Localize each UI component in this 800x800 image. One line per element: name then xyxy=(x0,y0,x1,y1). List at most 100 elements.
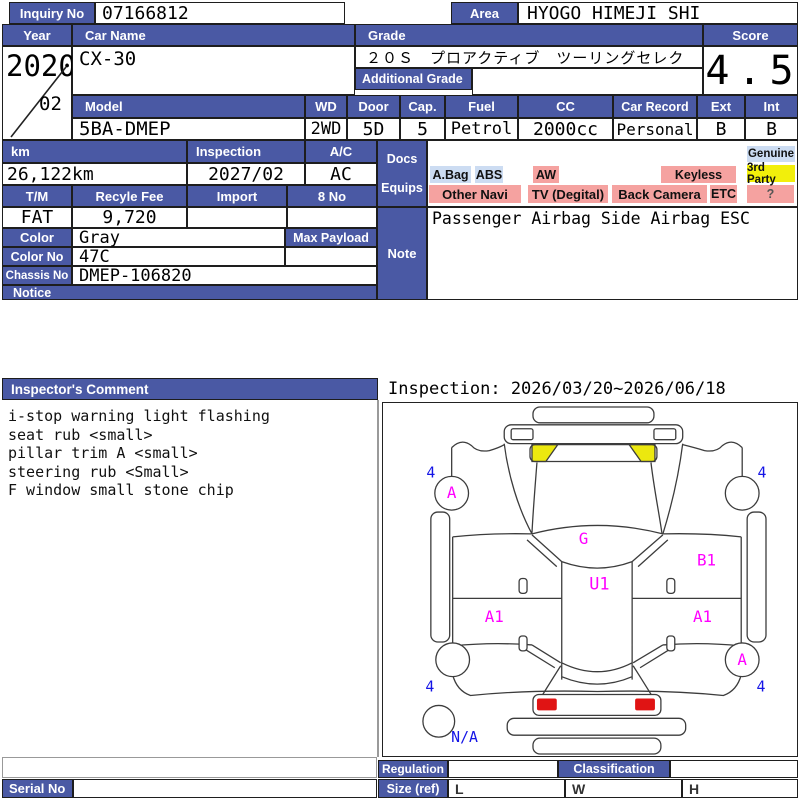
rear-bumper xyxy=(506,717,687,736)
size-height-cell: H xyxy=(682,779,798,798)
section-divider xyxy=(377,400,379,757)
damage-code-labels: A A G U1 B1 A1 A1 xyxy=(447,483,748,669)
car-record-header: Car Record xyxy=(613,95,697,118)
spare-tire xyxy=(422,704,456,738)
int-value: B xyxy=(745,118,798,140)
int-header: Int xyxy=(745,95,798,118)
size-length-cell: L xyxy=(448,779,565,798)
tm-value: FAT xyxy=(2,207,72,228)
left-door-code: A1 xyxy=(485,607,504,626)
docs-label: Docs xyxy=(386,151,418,166)
year-cell: 2020 02 xyxy=(2,46,76,140)
spare-tire-label: N/A xyxy=(451,728,478,746)
left-sill-strip xyxy=(430,511,451,643)
car-record-value: Personal xyxy=(613,118,697,140)
cc-value: 2000cc xyxy=(518,118,613,140)
year-slash xyxy=(10,66,67,138)
serial-no-header: Serial No xyxy=(2,779,73,798)
comment-line: steering rub <Small> xyxy=(8,462,189,481)
regulation-value xyxy=(448,760,558,778)
max-payload-header: Max Payload xyxy=(285,228,377,247)
recycle-fee-value: 9,720 xyxy=(72,207,187,228)
eight-no-header: 8 No xyxy=(287,185,377,207)
inspector-comment-body: i-stop warning light flashing seat rub <… xyxy=(8,407,373,500)
comment-line: pillar trim A <small> xyxy=(8,444,198,462)
damage-highlight-left xyxy=(531,444,560,463)
equip-chip-etc: ETC xyxy=(710,185,737,203)
front-left-grade-label: 4 xyxy=(426,463,435,481)
import-header: Import xyxy=(187,185,287,207)
tail-light-right xyxy=(635,698,655,711)
color-no-header: Color No xyxy=(2,247,72,266)
max-payload-value xyxy=(285,247,377,266)
equip-chip-unknown: ? xyxy=(747,185,794,203)
door-handle xyxy=(518,577,528,595)
tm-header: T/M xyxy=(2,185,72,207)
km-value: 26,122km xyxy=(2,163,187,185)
ac-header: A/C xyxy=(305,140,377,163)
color-value: Gray xyxy=(72,228,285,248)
score-value: 4.5 xyxy=(703,46,798,95)
rear-lower-panel xyxy=(532,737,662,755)
wd-header: WD xyxy=(305,95,347,118)
cap-header: Cap. xyxy=(400,95,445,118)
additional-grade-value xyxy=(472,68,703,95)
regulation-header: Regulation xyxy=(378,760,448,778)
area-label: Area xyxy=(451,2,518,24)
color-no-value: 47C xyxy=(72,247,285,267)
area-value: HYOGO HIMEJI SHI xyxy=(518,2,798,24)
docs-equips-header: Docs Equips xyxy=(377,140,427,207)
color-header: Color xyxy=(2,228,72,247)
front-body-lines xyxy=(451,441,743,535)
equip-chip-aw: AW xyxy=(533,166,559,183)
footer-empty-box xyxy=(2,757,377,778)
grade-value: ２０Ｓ プロアクティブ ツーリングセレク xyxy=(355,46,703,68)
door-value: 5D xyxy=(347,118,400,140)
fuel-value: Petrol xyxy=(445,118,518,140)
equip-chip-keyless: Keyless xyxy=(661,166,736,183)
fuel-header: Fuel xyxy=(445,95,518,118)
car-diagram: 4 4 4 4 N/A A A G U1 B1 A1 A1 xyxy=(422,406,767,755)
recycle-fee-header: Recyle Fee xyxy=(72,185,187,207)
eight-no-value xyxy=(287,207,377,228)
grade-header: Grade xyxy=(355,24,703,46)
front-panel xyxy=(503,424,684,445)
front-left-wheel-code: A xyxy=(447,483,457,502)
auction-sheet: Inquiry No 07166812 Area HYOGO HIMEJI SH… xyxy=(0,0,800,800)
equip-chip-other-navi: Other Navi xyxy=(429,185,521,203)
door-handle xyxy=(666,635,676,652)
equip-chip-back-camera: Back Camera xyxy=(612,185,707,203)
model-header: Model xyxy=(72,95,305,118)
additional-grade-label: Additional Grade xyxy=(355,68,472,90)
note-value: Passenger Airbag Side Airbag ESC xyxy=(427,207,798,300)
import-value xyxy=(187,207,287,228)
inspection-period: Inspection: 2026/03/20~2026/06/18 xyxy=(388,379,726,399)
chassis-no-value: DMEP-106820 xyxy=(72,266,377,286)
size-ref-header: Size (ref) xyxy=(378,779,448,798)
windshield-code: G xyxy=(579,529,589,548)
inspector-comment-header: Inspector's Comment xyxy=(2,378,378,400)
door-header: Door xyxy=(347,95,400,118)
center-code: U1 xyxy=(589,573,609,593)
inquiry-no-label: Inquiry No xyxy=(9,2,95,24)
comment-line: i-stop warning light flashing xyxy=(8,407,270,425)
car-name-value: CX-30 xyxy=(72,46,355,95)
right-sill-strip xyxy=(746,511,767,643)
size-width-cell: W xyxy=(565,779,682,798)
rear-right-grade-label: 4 xyxy=(757,678,766,696)
damage-highlight-right xyxy=(627,444,656,463)
door-handle xyxy=(666,577,676,595)
notice-header: Notice xyxy=(2,285,377,300)
km-header: km xyxy=(2,140,187,163)
equip-chip-tv: TV (Degital) xyxy=(528,185,608,203)
ac-value: AC xyxy=(305,163,377,185)
score-header: Score xyxy=(703,24,798,46)
ext-value: B xyxy=(697,118,745,140)
headlight-left xyxy=(510,428,534,441)
door-handle xyxy=(518,635,528,652)
year-header: Year xyxy=(2,24,72,46)
front-right-wheel xyxy=(724,475,760,511)
comment-line: F window small stone chip xyxy=(8,481,234,499)
right-door-code: A1 xyxy=(693,607,712,626)
car-name-header: Car Name xyxy=(72,24,355,46)
